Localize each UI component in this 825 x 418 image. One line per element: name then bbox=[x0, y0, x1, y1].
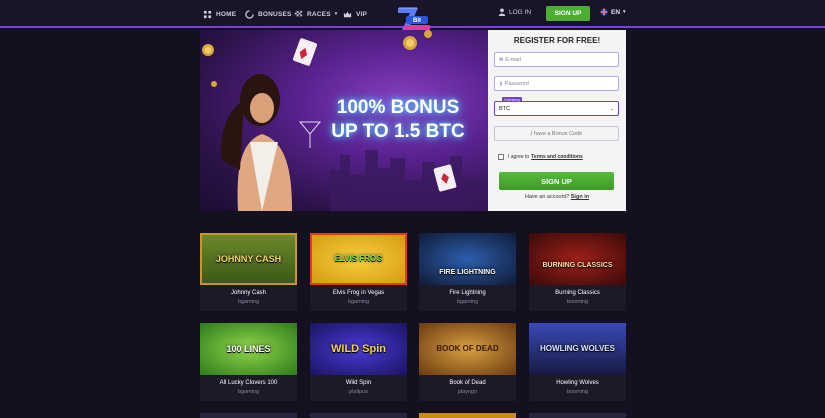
register-panel: REGISTER FOR FREE! ✉ E-mail ⚷ Password B… bbox=[488, 30, 626, 211]
game-art-title: FIRE LIGHTNING bbox=[439, 268, 496, 276]
nav-vip[interactable]: VIP bbox=[343, 0, 367, 28]
game-thumbnail: HOWLING WOLVES bbox=[529, 323, 626, 375]
password-field[interactable]: ⚷ Password bbox=[494, 76, 619, 91]
promo-line-2: UP TO 1.5 BTC bbox=[331, 121, 465, 142]
game-thumbnail: JOHNNY CASH bbox=[200, 233, 297, 285]
login-label: LOG IN bbox=[509, 8, 532, 16]
game-card[interactable]: HOWLING WOLVES Howling Wolves booming bbox=[529, 323, 626, 401]
game-provider: booming bbox=[566, 299, 589, 305]
home-icon bbox=[203, 10, 212, 18]
agree-text: I agree to bbox=[508, 154, 530, 160]
game-card[interactable]: WILD Spin Wild Spin platipus bbox=[310, 323, 407, 401]
game-art-title: ELVIS FROG bbox=[334, 254, 383, 263]
terms-checkbox[interactable] bbox=[498, 154, 504, 160]
register-signup-button[interactable]: SIGN UP bbox=[499, 172, 614, 190]
game-thumbnail: WILD Spin bbox=[310, 323, 407, 375]
game-provider: playngo bbox=[457, 389, 478, 395]
key-icon: ⚷ bbox=[499, 80, 503, 87]
nav-vip-label: VIP bbox=[356, 10, 368, 18]
game-card-partial[interactable] bbox=[529, 413, 626, 418]
game-thumbnail: 100 LINES bbox=[200, 323, 297, 375]
game-card-partial[interactable] bbox=[419, 413, 516, 418]
nav-races-label: RACES bbox=[307, 10, 331, 18]
terms-link[interactable]: Terms and conditions bbox=[531, 154, 583, 160]
user-icon bbox=[498, 8, 506, 16]
game-provider: bgaming bbox=[237, 389, 260, 395]
game-art-title: JOHNNY CASH bbox=[215, 253, 282, 264]
email-field[interactable]: ✉ E-mail bbox=[494, 52, 619, 67]
email-placeholder: E-mail bbox=[505, 56, 521, 63]
currency-value: BTC bbox=[499, 105, 510, 112]
chevron-down-icon: ▾ bbox=[623, 9, 626, 15]
game-provider: bgaming bbox=[237, 299, 260, 305]
game-card[interactable]: BURNING CLASSICS Burning Classics boomin… bbox=[529, 233, 626, 311]
currency-label: Currency bbox=[502, 97, 523, 102]
crown-icon bbox=[343, 11, 352, 17]
nav-home-label: HOME bbox=[216, 10, 237, 18]
game-thumbnail: ELVIS FROG bbox=[310, 233, 407, 285]
currency-select[interactable]: BTC ⌄ bbox=[494, 101, 619, 116]
game-provider: bgaming bbox=[456, 299, 479, 305]
nav-bonuses-label: BONUSES bbox=[258, 10, 292, 18]
register-title: REGISTER FOR FREE! bbox=[513, 36, 601, 45]
chevron-down-icon: ▾ bbox=[334, 11, 338, 17]
mail-icon: ✉ bbox=[499, 56, 504, 63]
chevron-down-icon: ⌄ bbox=[609, 105, 614, 112]
game-card[interactable]: ELVIS FROG Elvis Frog in Vegas bgaming bbox=[310, 233, 407, 311]
header-signup-button[interactable]: SIGN UP bbox=[546, 6, 590, 21]
game-thumbnail: BURNING CLASSICS bbox=[529, 233, 626, 285]
game-name: Book of Dead bbox=[449, 380, 486, 386]
game-card-partial[interactable] bbox=[200, 413, 297, 418]
promo-headline: 100% BONUS UP TO 1.5 BTC bbox=[328, 96, 468, 144]
game-name: Elvis Frog in Vegas bbox=[332, 290, 385, 296]
terms-agreement: I agree to Terms and conditions bbox=[498, 154, 583, 160]
game-card-partial[interactable] bbox=[310, 413, 407, 418]
have-account-text: Have an account? bbox=[524, 194, 570, 200]
game-card[interactable]: FIRE LIGHTNING Fire Lightning bgaming bbox=[419, 233, 516, 311]
promo-line-1: 100% BONUS bbox=[336, 97, 460, 118]
flag-uk-icon bbox=[600, 8, 608, 16]
game-art-title: HOWLING WOLVES bbox=[540, 344, 615, 353]
top-header: HOME BONUSES ▾ RACES ▾ VIP Bit LOG IN SI… bbox=[0, 0, 825, 31]
game-card[interactable]: BOOK OF DEAD Book of Dead playngo bbox=[419, 323, 516, 401]
game-provider: platipus bbox=[349, 389, 368, 395]
nav-races[interactable]: RACES ▾ bbox=[294, 0, 337, 28]
game-name: Fire Lightning bbox=[449, 290, 486, 296]
game-art-title: 100 LINES bbox=[226, 343, 271, 354]
game-provider: bgaming bbox=[347, 299, 370, 305]
bonus-icon bbox=[245, 9, 254, 19]
game-name: Burning Classics bbox=[555, 290, 600, 296]
game-card[interactable]: 100 LINES All Lucky Clovers 100 bgaming bbox=[200, 323, 297, 401]
language-selector[interactable]: EN ▾ bbox=[600, 8, 626, 16]
game-name: Johnny Cash bbox=[230, 290, 267, 296]
game-thumbnail: BOOK OF DEAD bbox=[419, 323, 516, 375]
nav-bonuses[interactable]: BONUSES ▾ bbox=[245, 0, 298, 28]
game-name: Howling Wolves bbox=[556, 380, 599, 386]
game-thumbnail: FIRE LIGHTNING bbox=[419, 233, 516, 285]
flag-icon bbox=[294, 10, 303, 16]
language-label: EN bbox=[611, 8, 621, 16]
game-card[interactable]: JOHNNY CASH Johnny Cash bgaming bbox=[200, 233, 297, 311]
nav-home[interactable]: HOME bbox=[203, 0, 236, 28]
signin-link[interactable]: Sign in bbox=[571, 194, 589, 200]
game-art-title: BURNING CLASSICS bbox=[542, 261, 613, 269]
game-name: Wild Spin bbox=[345, 380, 372, 386]
bonus-code-button[interactable]: I have a Bonus Code bbox=[494, 126, 619, 141]
login-button[interactable]: LOG IN bbox=[498, 8, 531, 16]
game-art-title: WILD Spin bbox=[331, 342, 386, 355]
svg-text:Bit: Bit bbox=[413, 18, 421, 24]
game-name: All Lucky Clovers 100 bbox=[219, 380, 278, 386]
have-account: Have an account? Sign in bbox=[488, 194, 626, 200]
game-provider: booming bbox=[566, 389, 589, 395]
password-placeholder: Password bbox=[504, 80, 529, 87]
game-art-title: BOOK OF DEAD bbox=[436, 344, 499, 353]
